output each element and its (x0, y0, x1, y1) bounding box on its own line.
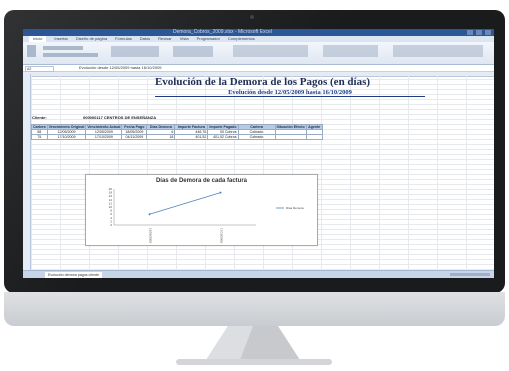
stand-base (176, 359, 332, 365)
monitor-stand (176, 326, 332, 365)
